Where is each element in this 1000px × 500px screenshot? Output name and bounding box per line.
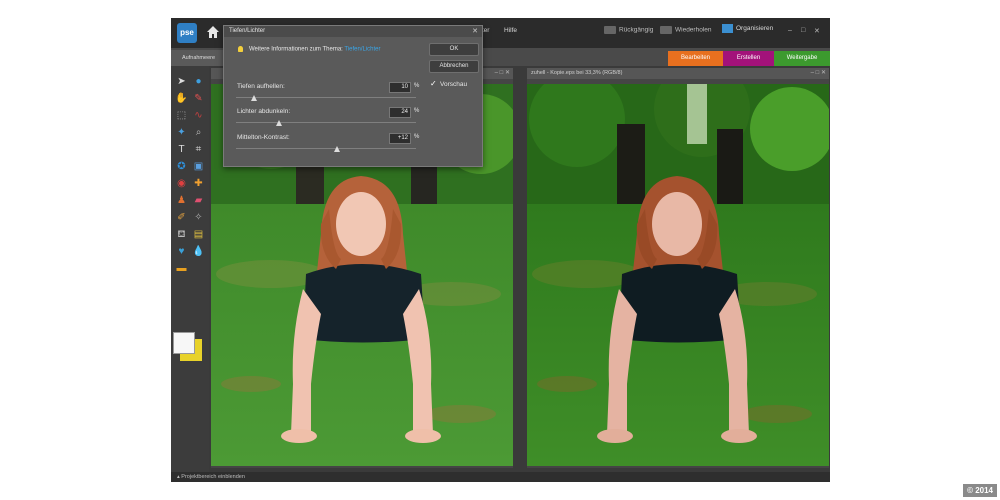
paint-bucket-tool-icon[interactable]: ⛾ bbox=[175, 229, 188, 240]
cookie-cutter-tool-icon[interactable]: ✪ bbox=[175, 161, 188, 172]
cancel-button[interactable]: Abbrechen bbox=[429, 60, 479, 73]
healing-brush-tool-icon[interactable]: ✚ bbox=[192, 178, 205, 189]
tab-create[interactable]: Erstellen bbox=[723, 51, 774, 66]
undo-icon bbox=[604, 26, 616, 34]
minimize-button[interactable]: – bbox=[788, 27, 792, 34]
close-button[interactable]: ✕ bbox=[814, 27, 820, 35]
type-tool-icon[interactable]: T bbox=[175, 144, 188, 155]
maximize-button[interactable]: □ bbox=[801, 27, 805, 34]
lasso-tool-icon[interactable]: ∿ bbox=[192, 110, 205, 121]
midtone-contrast-value-field[interactable]: +12 bbox=[389, 133, 411, 144]
highlights-value-field[interactable]: 24 bbox=[389, 107, 411, 118]
blur-tool-icon[interactable]: 💧 bbox=[192, 246, 205, 257]
dialog-close-icon[interactable]: ✕ bbox=[472, 26, 478, 37]
photo-copy bbox=[527, 84, 829, 466]
organizer-icon bbox=[722, 24, 733, 33]
shadows-unit: % bbox=[414, 83, 420, 89]
document-window-controls-copy[interactable]: – □ ✕ bbox=[811, 68, 826, 79]
info-link[interactable]: Tiefen/Lichter bbox=[344, 47, 380, 53]
shadows-slider-thumb[interactable] bbox=[251, 95, 257, 101]
red-eye-tool-icon[interactable]: ◉ bbox=[175, 178, 188, 189]
copyright-badge: © 2014 bbox=[963, 484, 997, 497]
selection-brush-tool-icon[interactable]: ⌕ bbox=[192, 127, 205, 138]
dialog-title: Tiefen/Lichter bbox=[224, 26, 482, 37]
highlights-label: Lichter abdunkeln: bbox=[237, 108, 291, 115]
status-bar: ▴ Projektbereich einblenden bbox=[171, 472, 830, 482]
sponge-tool-icon[interactable]: ▬ bbox=[175, 263, 188, 274]
redo-button[interactable]: Wiederholen bbox=[660, 26, 712, 34]
tab-edit[interactable]: Bearbeiten bbox=[668, 51, 723, 66]
midtone-contrast-slider-thumb[interactable] bbox=[333, 146, 340, 152]
eyedropper-tool-icon[interactable]: ✎ bbox=[192, 93, 205, 104]
shadows-value-field[interactable]: 10 bbox=[389, 82, 411, 93]
tools-panel: ➤ ● ✋ ✎ ⬚ ∿ ✦ ⌕ T ⌗ ✪ ▣ ◉ ✚ ♟ ▰ ✐ ✧ ⛾ ▤ … bbox=[171, 66, 209, 472]
tab-share[interactable]: Weitergabe bbox=[774, 51, 830, 66]
document-window-copy: zuhell - Kopie.eps bei 33,3% (RGB/8) – □… bbox=[527, 68, 829, 468]
app-logo: pse bbox=[177, 23, 197, 43]
hand-tool-icon[interactable]: ✋ bbox=[175, 93, 188, 104]
shadows-slider-track[interactable] bbox=[236, 97, 416, 98]
photoshop-elements-window: pse nster Hilfe Rückgängig Wiederholen O… bbox=[171, 18, 830, 482]
shadows-highlights-dialog: Tiefen/Lichter ✕ Weitere Informationen z… bbox=[223, 25, 483, 167]
zoom-tool-icon[interactable]: ● bbox=[192, 76, 205, 87]
clone-stamp-tool-icon[interactable]: ♟ bbox=[175, 195, 188, 206]
marquee-tool-icon[interactable]: ⬚ bbox=[175, 110, 188, 121]
magic-wand-tool-icon[interactable]: ✦ bbox=[175, 127, 188, 138]
ok-button[interactable]: OK bbox=[429, 43, 479, 56]
preview-checkbox[interactable]: ✓ Vorschau bbox=[430, 79, 467, 89]
menu-help[interactable]: Hilfe bbox=[504, 27, 517, 34]
move-tool-icon[interactable]: ➤ bbox=[175, 76, 188, 87]
checkmark-icon: ✓ bbox=[430, 79, 437, 88]
redo-icon bbox=[660, 26, 672, 34]
gradient-tool-icon[interactable]: ▤ bbox=[192, 229, 205, 240]
undo-button[interactable]: Rückgängig bbox=[604, 26, 653, 34]
crop-tool-icon[interactable]: ⌗ bbox=[192, 144, 205, 155]
highlights-slider-track[interactable] bbox=[236, 122, 416, 123]
document-title-copy: zuhell - Kopie.eps bei 33,3% (RGB/8) bbox=[527, 68, 829, 79]
organize-button[interactable]: Organisieren bbox=[722, 24, 773, 33]
shape-tool-icon[interactable]: ♥ bbox=[175, 246, 188, 257]
midtone-contrast-label: Mittelton-Kontrast: bbox=[237, 134, 290, 141]
lightbulb-icon bbox=[238, 46, 243, 52]
smart-brush-tool-icon[interactable]: ✧ bbox=[192, 212, 205, 223]
shadows-label: Tiefen aufhellen: bbox=[237, 83, 285, 90]
project-area-toggle[interactable]: Projektbereich einblenden bbox=[181, 474, 245, 480]
brush-tool-icon[interactable]: ✐ bbox=[175, 212, 188, 223]
midtone-contrast-slider-track[interactable] bbox=[236, 148, 416, 149]
document-window-controls[interactable]: – □ ✕ bbox=[495, 68, 510, 79]
home-icon[interactable] bbox=[206, 25, 220, 39]
midtone-contrast-unit: % bbox=[414, 134, 420, 140]
info-row: Weitere Informationen zum Thema: Tiefen/… bbox=[238, 46, 381, 53]
foreground-color-swatch[interactable] bbox=[173, 332, 195, 354]
eraser-tool-icon[interactable]: ▰ bbox=[192, 195, 205, 206]
highlights-slider-thumb[interactable] bbox=[276, 120, 283, 126]
recompose-tool-icon[interactable]: ▣ bbox=[192, 161, 205, 172]
highlights-unit: % bbox=[414, 108, 420, 114]
